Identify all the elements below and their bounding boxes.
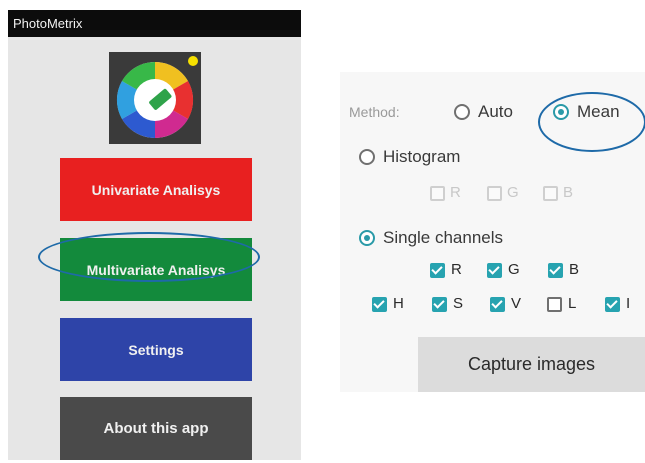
channel-checkbox-v[interactable]: [490, 297, 505, 312]
univariate-analysis-button[interactable]: Univariate Analisys: [60, 158, 252, 221]
histogram-checkbox-b-label: B: [563, 184, 574, 201]
radio-mean[interactable]: [553, 104, 569, 120]
radio-auto[interactable]: [454, 104, 470, 120]
camera-aperture-icon: [116, 56, 198, 139]
radio-mean-label: Mean: [577, 102, 620, 121]
channel-checkbox-l[interactable]: [547, 297, 562, 312]
main-menu-screen: PhotoMetrix Univariate Analisys Multivar…: [8, 10, 301, 460]
channel-checkbox-v-label: V: [511, 295, 522, 312]
channel-checkbox-s-label: S: [453, 295, 464, 312]
channel-checkbox-s[interactable]: [432, 297, 447, 312]
method-label: Method:: [349, 104, 400, 120]
app-logo: [109, 52, 201, 144]
channel-checkbox-l-label: L: [568, 295, 577, 312]
channel-checkbox-g-label: G: [508, 261, 520, 278]
channel-checkbox-b[interactable]: [548, 263, 563, 278]
channel-checkbox-h-label: H: [393, 295, 404, 312]
channel-checkbox-g[interactable]: [487, 263, 502, 278]
histogram-checkbox-r[interactable]: [430, 186, 445, 201]
radio-single-channels-label: Single channels: [383, 228, 504, 247]
multivariate-analysis-button[interactable]: Multivariate Analisys: [60, 238, 252, 301]
channel-checkbox-i[interactable]: [605, 297, 620, 312]
settings-button[interactable]: Settings: [60, 318, 252, 381]
channel-checkbox-r[interactable]: [430, 263, 445, 278]
channel-checkbox-h[interactable]: [372, 297, 387, 312]
about-app-button[interactable]: About this app: [60, 397, 252, 460]
channel-checkbox-i-label: I: [626, 295, 631, 312]
channel-checkbox-b-label: B: [569, 261, 580, 278]
app-title: PhotoMetrix: [8, 10, 301, 37]
capture-images-button[interactable]: Capture images: [418, 337, 645, 392]
radio-histogram[interactable]: [359, 149, 375, 165]
histogram-checkbox-g[interactable]: [487, 186, 502, 201]
histogram-checkbox-r-label: R: [450, 184, 461, 201]
radio-histogram-label: Histogram: [383, 147, 461, 166]
radio-auto-label: Auto: [478, 102, 513, 121]
histogram-checkbox-b[interactable]: [543, 186, 558, 201]
histogram-checkbox-g-label: G: [507, 184, 519, 201]
channel-checkbox-r-label: R: [451, 261, 462, 278]
radio-single-channels[interactable]: [359, 230, 375, 246]
